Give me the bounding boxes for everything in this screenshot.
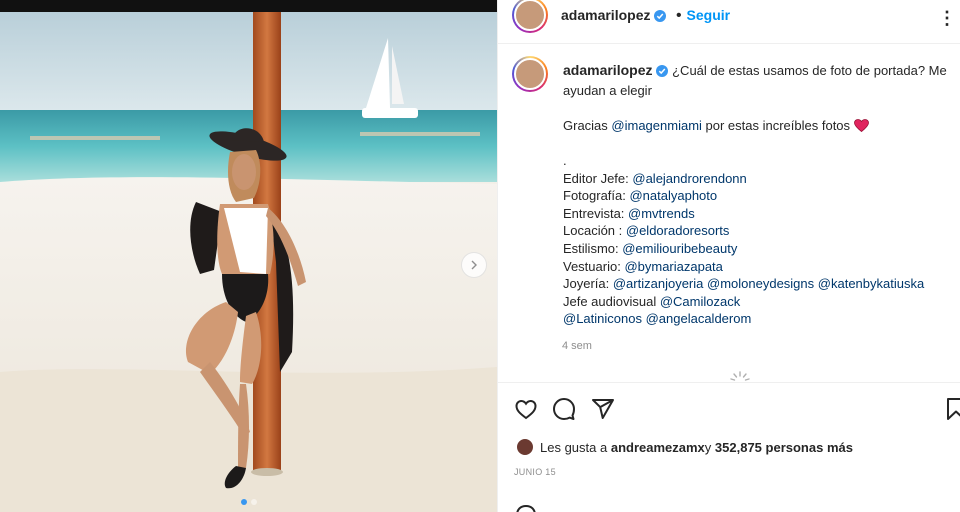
caption-avatar[interactable] [512, 56, 548, 92]
credit-line: Jefe audiovisual @Camilozack [563, 293, 953, 311]
carousel-dot [240, 499, 247, 505]
carousel-dot [250, 499, 257, 505]
mention-link[interactable]: @katenbykatiuska [818, 276, 924, 291]
instagram-post-view: adamarilopez • Seguir ⋮ adamarilopez ¿Cuá… [0, 0, 960, 512]
carousel-indicator [0, 499, 497, 505]
share-icon[interactable] [591, 397, 615, 421]
post-header: adamarilopez • Seguir ⋮ [498, 0, 960, 44]
credit-line: Vestuario: @bymariazapata [563, 258, 953, 276]
caption-text: adamarilopez ¿Cuál de estas usamos de fo… [563, 62, 953, 328]
credits-list: Editor Jefe: @alejandrorendonn Fotografía… [563, 170, 953, 328]
credit-line: Joyería: @artizanjoyeria @moloneydesigns… [563, 275, 953, 293]
beach-photo [0, 12, 497, 512]
credit-label: Joyería: [563, 276, 613, 292]
credit-line: @Latiniconos @angelacalderom [563, 310, 953, 328]
liker-avatar[interactable] [516, 438, 534, 456]
credit-label: Editor Jefe: [563, 170, 633, 186]
credit-label: Entrevista: [563, 205, 629, 221]
chevron-right-icon [471, 260, 477, 270]
credit-line: Fotografía: @natalyaphoto [563, 187, 953, 205]
likes-summary: Les gusta a andreamezamx y 352,875 perso… [516, 436, 853, 458]
mention-link[interactable]: @imagenmiami [611, 118, 702, 133]
bookmark-icon[interactable] [946, 397, 960, 421]
author-username[interactable]: adamarilopez [561, 7, 650, 23]
mention-link[interactable]: @emiliouribebeauty [622, 241, 737, 256]
caption-area: adamarilopez ¿Cuál de estas usamos de fo… [498, 44, 960, 382]
caption-line-1: ¿Cuál de estas usamos de foto de portada… [672, 63, 947, 78]
credit-line: Locación : @eldoradoresorts [563, 222, 953, 240]
caption-thanks-line: Gracias @imagenmiami por estas increíble… [563, 117, 953, 135]
credit-label: Locación : [563, 223, 626, 239]
follow-button[interactable]: Seguir [687, 7, 731, 23]
post-side-panel: adamarilopez • Seguir ⋮ adamarilopez ¿Cuá… [497, 0, 960, 512]
comment-icon[interactable] [552, 397, 576, 421]
credit-label: Fotografía: [563, 188, 630, 204]
emoji-icon[interactable] [514, 505, 538, 512]
caption-dot: . [563, 152, 567, 168]
post-photo[interactable] [0, 0, 497, 512]
verified-badge-icon [656, 64, 669, 82]
credit-label: Vestuario: [563, 258, 625, 274]
mention-link[interactable]: @natalyaphoto [629, 188, 717, 203]
separator-dot: • [675, 7, 682, 24]
mention-link[interactable]: @Latiniconos [563, 311, 642, 326]
credit-line: Editor Jefe: @alejandrorendonn [563, 170, 953, 188]
post-actions-bar [498, 382, 960, 434]
mention-link[interactable]: @mvtrends [628, 206, 695, 221]
caption-line-2: ayudan a elegir [563, 82, 652, 98]
credit-label: Jefe audiovisual [563, 293, 660, 309]
mention-link[interactable]: @angelacalderom [646, 311, 752, 326]
time-ago[interactable]: 4 sem [562, 340, 592, 352]
mention-link[interactable]: @alejandrorendonn [632, 171, 746, 186]
next-photo-button[interactable] [461, 252, 487, 278]
author-avatar[interactable] [512, 0, 548, 33]
post-date[interactable]: JUNIO 15 [514, 467, 556, 477]
loading-spinner-icon [730, 371, 750, 381]
more-options-icon[interactable]: ⋮ [938, 8, 957, 29]
mention-link[interactable]: @bymariazapata [624, 259, 722, 274]
mention-link[interactable]: @Camilozack [660, 294, 740, 309]
red-heart-emoji [853, 118, 869, 132]
liker-username[interactable]: andreamezamx [611, 440, 705, 455]
credit-line: Estilismo: @emiliouribebeauty [563, 240, 953, 258]
photo-top-bar [0, 0, 497, 12]
verified-badge-icon [654, 9, 667, 27]
heart-icon[interactable] [514, 397, 538, 421]
credit-label: Estilismo: [563, 240, 623, 256]
mention-link[interactable]: @artizanjoyeria [613, 276, 704, 291]
likes-count[interactable]: 352,875 personas más [715, 440, 853, 455]
caption-username[interactable]: adamarilopez [563, 62, 652, 78]
mention-link[interactable]: @moloneydesigns [707, 276, 814, 291]
mention-link[interactable]: @eldoradoresorts [626, 223, 730, 238]
credit-line: Entrevista: @mvtrends [563, 205, 953, 223]
